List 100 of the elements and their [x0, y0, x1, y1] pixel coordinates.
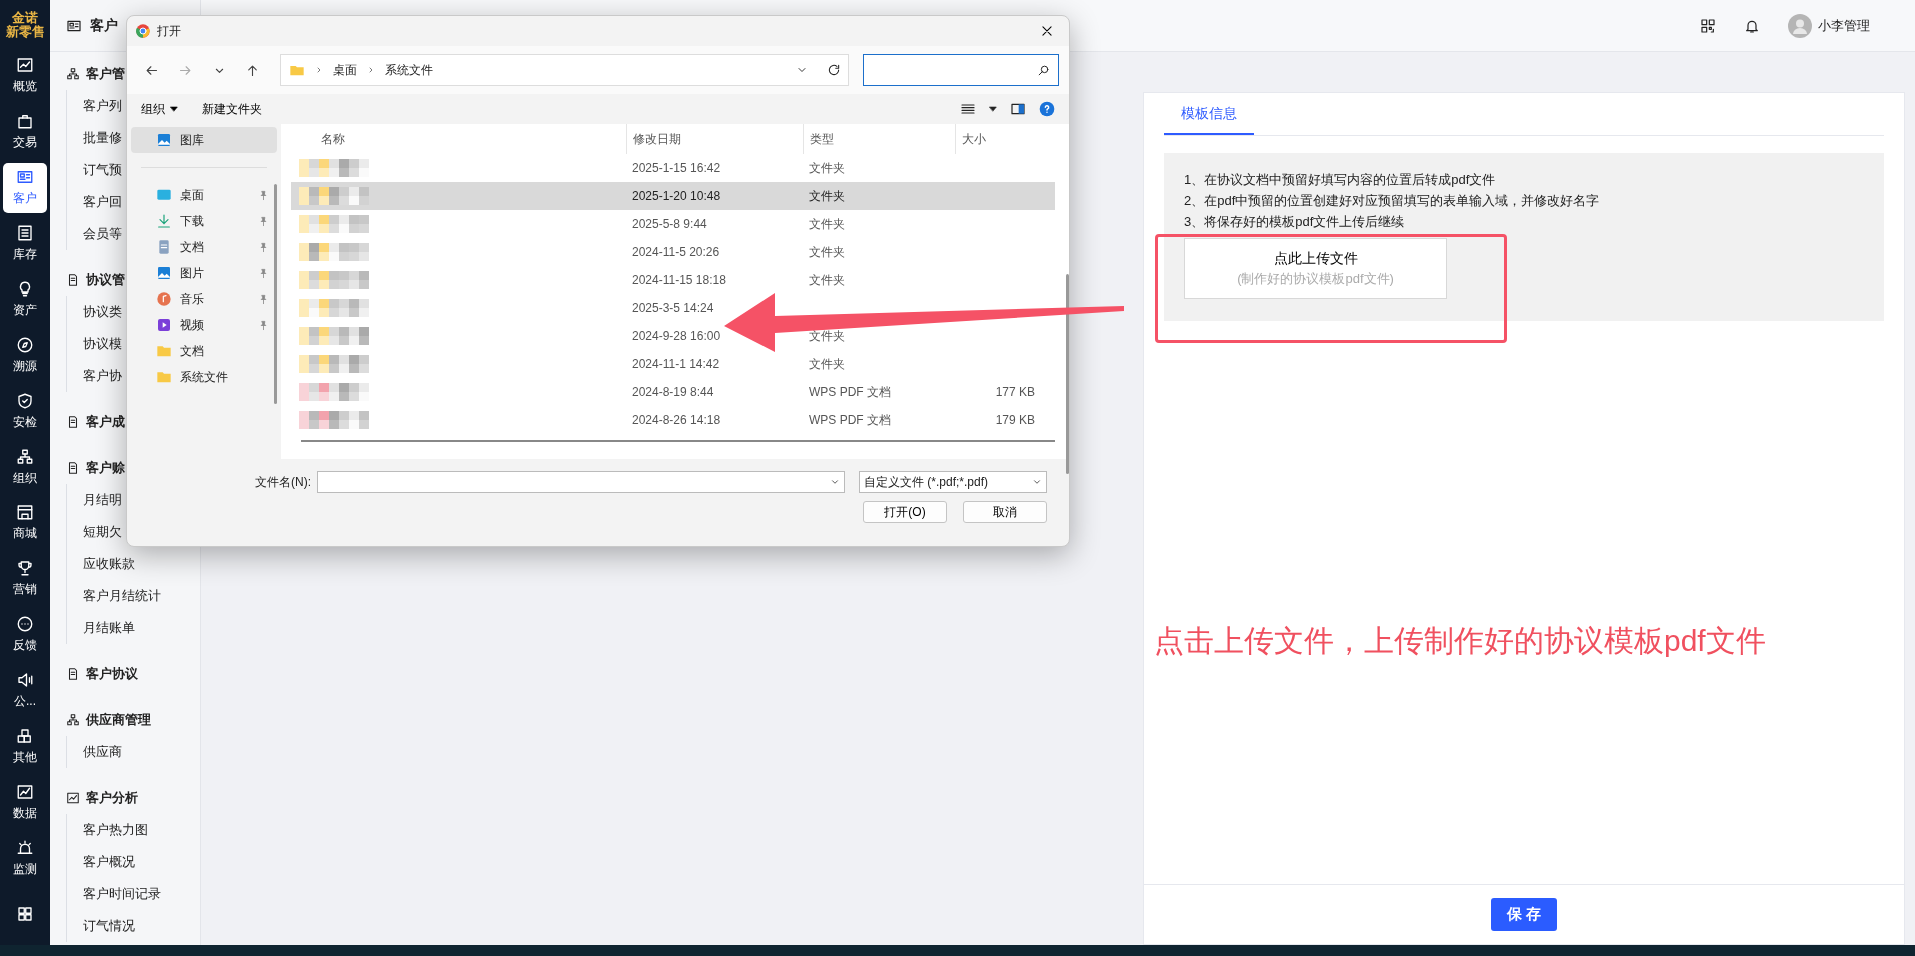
- menu-group[interactable]: 客户成: [86, 412, 125, 432]
- pin-icon: [258, 215, 269, 227]
- nav-item[interactable]: 图片: [131, 260, 277, 286]
- nav-item[interactable]: 文档: [131, 234, 277, 260]
- table-cell-text: WPS PDF 文档: [808, 384, 892, 401]
- rail-item[interactable]: 库存: [3, 218, 47, 269]
- rail-item[interactable]: 数据: [3, 777, 47, 828]
- menu-group[interactable]: 供应商管理: [86, 710, 151, 730]
- rail-item[interactable]: 概览: [3, 50, 47, 101]
- menu-item[interactable]: 协议类: [83, 302, 122, 322]
- breadcrumb-item[interactable]: 系统文件: [384, 61, 433, 79]
- rail-item[interactable]: 其他: [3, 721, 47, 772]
- menu-item[interactable]: 会员等: [83, 224, 122, 244]
- file-row[interactable]: 2025-1-20 10:48 文件夹: [291, 182, 1055, 210]
- nav-item[interactable]: 文档: [131, 338, 277, 364]
- menu-item[interactable]: 短期欠: [83, 522, 122, 542]
- file-row[interactable]: 2024-11-1 14:42 文件夹: [291, 350, 1055, 378]
- rail-item[interactable]: 监测: [3, 833, 47, 884]
- menu-item[interactable]: 应收账款: [83, 554, 135, 574]
- nav-item[interactable]: 图库: [131, 127, 277, 153]
- toolbar-button[interactable]: 新建文件夹: [202, 100, 262, 118]
- toolbar-button[interactable]: 组织: [141, 100, 178, 118]
- filename-field[interactable]: [317, 471, 845, 493]
- file-row[interactable]: 2024-8-26 14:18 WPS PDF 文档 179 KB: [291, 406, 1055, 434]
- table-cell-text: 文件夹: [808, 160, 846, 177]
- download-icon: [156, 213, 172, 229]
- file-row[interactable]: 2024-8-19 8:44 WPS PDF 文档 177 KB: [291, 378, 1055, 406]
- rail-item[interactable]: 交易: [3, 106, 47, 157]
- column-header[interactable]: 类型: [803, 124, 955, 154]
- menu-group[interactable]: 客户分析: [86, 788, 138, 808]
- nav-item[interactable]: 系统文件: [131, 364, 277, 390]
- image-icon: [156, 265, 172, 281]
- table-cell-text: 177 KB: [994, 384, 1036, 401]
- nav-item[interactable]: 下载: [131, 208, 277, 234]
- menu-item[interactable]: 订气预: [83, 160, 122, 180]
- rail-item[interactable]: 反馈: [3, 609, 47, 660]
- list-icon: [16, 223, 34, 242]
- table-cell-text: 2024-8-26 14:18: [631, 412, 722, 429]
- document-icon: [66, 667, 80, 681]
- pin-icon: [258, 267, 269, 279]
- column-header[interactable]: 大小: [955, 124, 1039, 154]
- rail-item[interactable]: 溯源: [3, 330, 47, 381]
- file-row[interactable]: 2024-9-28 16:00 文件夹: [291, 322, 1055, 350]
- file-row[interactable]: 2025-5-8 9:44 文件夹: [291, 210, 1055, 238]
- file-row[interactable]: 2024-11-15 18:18 文件夹: [291, 266, 1055, 294]
- menu-group[interactable]: 协议管: [86, 270, 125, 290]
- column-header[interactable]: 修改日期: [626, 124, 803, 154]
- nav-item[interactable]: 视频: [131, 312, 277, 338]
- menu-item[interactable]: 客户列: [83, 96, 122, 116]
- menu-item[interactable]: 供应商: [83, 742, 122, 762]
- chart-icon: [16, 782, 34, 801]
- menu-item[interactable]: 协议模: [83, 334, 122, 354]
- menu-group[interactable]: 客户管: [86, 64, 125, 84]
- menu-item[interactable]: 客户月结统计: [83, 586, 161, 606]
- menu-item[interactable]: 客户回: [83, 192, 122, 212]
- save-button[interactable]: 保 存: [1490, 898, 1558, 931]
- rail-item[interactable]: 公...: [3, 665, 47, 716]
- user-name[interactable]: 小李管理: [1818, 15, 1870, 36]
- breadcrumb-item[interactable]: 桌面: [332, 61, 357, 79]
- rail-item[interactable]: 营销: [3, 553, 47, 604]
- table-cell-text: 文件夹: [808, 356, 846, 373]
- instruction-text: 1、在协议文档中预留好填写内容的位置后转成pdf文件: [1184, 171, 1497, 189]
- rail-item[interactable]: 组织: [3, 442, 47, 492]
- nav-item[interactable]: 桌面: [131, 182, 277, 208]
- chart-icon: [16, 56, 34, 75]
- table-cell-text: 2025-1-15 16:42: [631, 160, 722, 177]
- table-cell-text: 文件夹: [808, 216, 846, 233]
- tab[interactable]: 模板信息: [1164, 93, 1254, 135]
- search-field[interactable]: [862, 54, 1059, 86]
- menu-item[interactable]: 批量修: [83, 128, 122, 148]
- music-icon: [156, 291, 172, 307]
- file-row[interactable]: 2025-1-15 16:42 文件夹: [291, 154, 1055, 182]
- menu-item[interactable]: 客户热力图: [83, 820, 148, 840]
- menu-item[interactable]: 订气情况: [83, 916, 135, 936]
- file-row[interactable]: 2024-11-5 20:26 文件夹: [291, 238, 1055, 266]
- store-icon: [16, 503, 34, 522]
- upload-button[interactable]: 点此上传文件 (制作好的协议模板pdf文件): [1184, 238, 1447, 299]
- file-type-select[interactable]: 自定义文件 (*.pdf;*.pdf): [859, 471, 1047, 493]
- column-header[interactable]: 名称: [291, 124, 626, 154]
- menu-group[interactable]: 客户协议: [86, 664, 138, 684]
- dialog-button[interactable]: 打开(O): [863, 501, 947, 523]
- rail-item[interactable]: 安检: [3, 386, 47, 437]
- dialog-button[interactable]: 取消: [963, 501, 1047, 523]
- address-bar[interactable]: 桌面 系统文件: [279, 54, 849, 86]
- table-cell-text: 2025-3-5 14:24: [631, 300, 715, 317]
- menu-item[interactable]: 客户协: [83, 366, 122, 386]
- menu-item[interactable]: 月结明: [83, 490, 122, 510]
- menu-item[interactable]: 月结账单: [83, 618, 135, 638]
- nav-item[interactable]: 音乐: [131, 286, 277, 312]
- menu-item[interactable]: 客户概况: [83, 852, 135, 872]
- menu-item[interactable]: 客户时间记录: [83, 884, 161, 904]
- rail-item[interactable]: 商城: [3, 498, 47, 548]
- rail-item[interactable]: 资产: [3, 274, 47, 325]
- org-chart-icon: [66, 67, 80, 81]
- file-row[interactable]: 2025-3-5 14:24: [291, 294, 1055, 322]
- chat-icon: [16, 615, 34, 634]
- menu-group[interactable]: 客户赊: [86, 458, 125, 478]
- video-icon: [156, 317, 172, 333]
- rail-item[interactable]: 客户: [3, 162, 47, 213]
- field-label: 文件名(N):: [255, 474, 311, 491]
